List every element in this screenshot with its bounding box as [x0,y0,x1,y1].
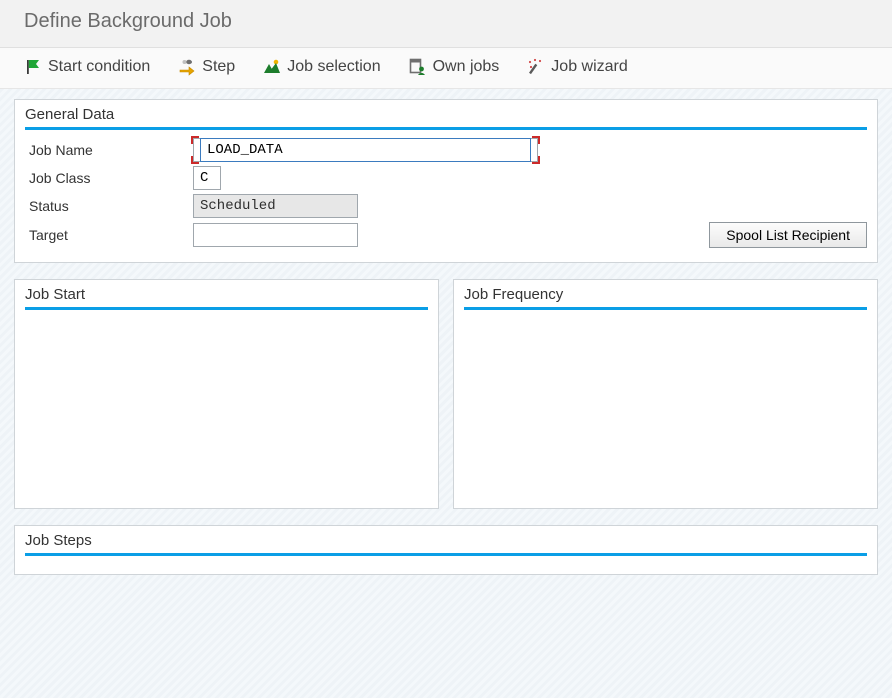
spool-list-recipient-button[interactable]: Spool List Recipient [709,222,867,248]
toolbar: Start condition Step Job selection [0,48,892,89]
target-input[interactable] [193,223,358,247]
job-class-input[interactable] [193,166,221,190]
step-arrow-icon [178,58,196,76]
target-row: Target Spool List Recipient [25,220,867,250]
job-name-row: Job Name [25,136,867,164]
panel-title: Job Steps [25,530,867,556]
job-start-panel: Job Start [14,279,439,509]
job-steps-panel: Job Steps [14,525,878,575]
page-title: Define Background Job [0,0,892,48]
general-data-panel: General Data Job Name Job Class Status T… [14,99,878,263]
panel-title: Job Frequency [464,284,867,310]
toolbar-label: Start condition [48,58,150,76]
job-class-row: Job Class [25,164,867,192]
job-name-label: Job Name [25,142,185,158]
flag-icon [24,58,42,76]
status-label: Status [25,198,185,214]
status-row: Status [25,192,867,220]
start-condition-button[interactable]: Start condition [24,58,150,76]
job-class-label: Job Class [25,170,185,186]
target-label: Target [25,227,185,243]
panel-title: Job Start [25,284,428,310]
job-frequency-panel: Job Frequency [453,279,878,509]
mountain-icon [263,58,281,76]
toolbar-label: Job selection [287,58,380,76]
job-name-field-wrap [193,138,538,162]
job-wizard-button[interactable]: Job wizard [527,58,627,76]
status-input [193,194,358,218]
toolbar-label: Step [202,58,235,76]
wand-icon [527,58,545,76]
toolbar-label: Job wizard [551,58,627,76]
toolbar-label: Own jobs [433,58,500,76]
job-name-input[interactable] [200,138,531,162]
own-jobs-button[interactable]: Own jobs [409,58,500,76]
job-selection-button[interactable]: Job selection [263,58,380,76]
own-jobs-icon [409,58,427,76]
step-button[interactable]: Step [178,58,235,76]
panel-title: General Data [25,104,867,130]
